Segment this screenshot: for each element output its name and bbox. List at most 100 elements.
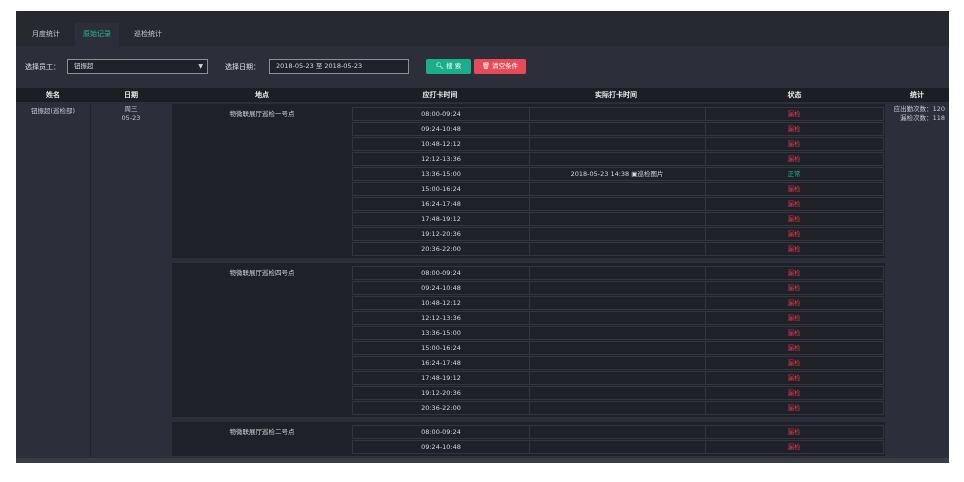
table-row: 15:00-16:24 漏检 (352, 182, 884, 196)
actual-time (529, 372, 706, 384)
table-row: 20:36-22:00 漏检 (352, 242, 884, 256)
schedule-table: 08:00-09:24 漏检 09:24-10:48 漏检 (352, 422, 884, 456)
scheduled-time: 09:24-10:48 (353, 282, 530, 294)
status-badge: 漏检 (787, 389, 801, 397)
status-badge: 漏检 (787, 245, 801, 253)
employee-name: 钮振超(巡检部) (30, 107, 76, 115)
actual-time (529, 153, 706, 165)
scheduled-time: 16:24-17:48 (353, 198, 530, 210)
actual-time (529, 297, 706, 309)
scheduled-time: 19:12-20:36 (353, 228, 530, 240)
table-row: 10:48-12:12 漏检 (352, 137, 884, 151)
table-header: 姓名 日期 地点 应打卡时间 实际打卡时间 状态 统计 (16, 88, 949, 102)
status-badge: 漏检 (787, 284, 801, 292)
actual-time (529, 213, 706, 225)
table-row: 08:00-09:24 漏检 (352, 425, 884, 439)
location-block: 物微联展厅巡检一号点 08:00-09:24 漏检 09:24-10:48 漏检 10:4… (172, 104, 885, 258)
table-row: 16:24-17:48 漏检 (352, 197, 884, 211)
scheduled-time: 12:12-13:36 (353, 312, 530, 324)
status-badge: 漏检 (787, 140, 801, 148)
scheduled-time: 12:12-13:36 (353, 153, 530, 165)
actual-time (529, 342, 706, 354)
status-badge: 漏检 (787, 200, 801, 208)
clear-button-label: 清空条件 (492, 62, 519, 70)
status-badge: 漏检 (787, 269, 801, 277)
actual-time (529, 387, 706, 399)
table-row: 13:36-15:00 2018-05-23 14:38 ▣巡检图片 正常 (352, 167, 884, 181)
status-badge: 漏检 (787, 215, 801, 223)
status-badge: 漏检 (787, 329, 801, 337)
actual-time (529, 441, 706, 453)
scheduled-time: 17:48-19:12 (353, 213, 530, 225)
status-badge: 漏检 (787, 110, 801, 118)
table-row: 12:12-13:36 漏检 (352, 311, 884, 325)
date-range-value: 2018-05-23 至 2018-05-23 (276, 62, 363, 70)
clear-button[interactable]: 🗑︎ 清空条件 (474, 59, 526, 74)
table-row: 09:24-10:48 漏检 (352, 281, 884, 295)
scheduled-time: 15:00-16:24 (353, 183, 530, 195)
actual-time (529, 426, 706, 438)
actual-time (529, 282, 706, 294)
tab-monthly-stats[interactable]: 月度统计 (24, 23, 68, 46)
scheduled-time: 19:12-20:36 (353, 387, 530, 399)
scheduled-time: 17:48-19:12 (353, 372, 530, 384)
missed-count: 漏检次数：118 (900, 114, 945, 122)
header-scheduled-time: 应打卡时间 (422, 91, 458, 99)
trash-icon: 🗑︎ (481, 62, 491, 70)
schedule-table: 08:00-09:24 漏检 09:24-10:48 漏检 10:48-12:12 漏检 1… (352, 104, 884, 258)
tab-raw-records[interactable]: 原始记录 (75, 23, 119, 46)
status-badge: 漏检 (787, 125, 801, 133)
scheduled-time: 09:24-10:48 (353, 123, 530, 135)
search-icon: 🔍︎ (435, 62, 445, 70)
table-row: 12:12-13:36 漏检 (352, 152, 884, 166)
actual-time (529, 402, 706, 414)
actual-time (529, 243, 706, 255)
date-range-input[interactable]: 2018-05-23 至 2018-05-23 (269, 59, 409, 74)
scrollbar[interactable] (16, 458, 949, 463)
expected-count: 应出勤次数：120 (893, 105, 945, 113)
tab-inspection-stats[interactable]: 巡检统计 (126, 23, 170, 46)
header-name: 姓名 (46, 91, 60, 99)
table-row: 10:48-12:12 漏检 (352, 296, 884, 310)
status-badge: 漏检 (787, 299, 801, 307)
scheduled-time: 13:36-15:00 (353, 168, 530, 180)
scheduled-time: 09:24-10:48 (353, 441, 530, 453)
scheduled-time: 08:00-09:24 (353, 267, 530, 279)
column-divider (90, 102, 91, 463)
header-status: 状态 (787, 91, 802, 99)
search-button[interactable]: 🔍︎ 搜 索 (426, 59, 471, 74)
actual-time (529, 123, 706, 135)
date-value: 05-23 (121, 114, 141, 122)
actual-time (529, 312, 706, 324)
actual-time[interactable]: 2018-05-23 14:38 ▣巡检图片 (529, 168, 706, 180)
table-row: 15:00-16:24 漏检 (352, 341, 884, 355)
table-row: 19:12-20:36 漏检 (352, 227, 884, 241)
scheduled-time: 13:36-15:00 (353, 327, 530, 339)
scheduled-time: 08:00-09:24 (353, 108, 530, 120)
status-badge: 漏检 (787, 230, 801, 238)
search-button-label: 搜 索 (446, 62, 462, 70)
table-row: 17:48-19:12 漏检 (352, 212, 884, 226)
scheduled-time: 20:36-22:00 (353, 243, 530, 255)
table-row: 13:36-15:00 漏检 (352, 326, 884, 340)
actual-time (529, 138, 706, 150)
status-badge: 漏检 (787, 185, 801, 193)
schedule-table: 08:00-09:24 漏检 09:24-10:48 漏检 10:48-12:12 漏检 1… (352, 263, 884, 417)
status-badge: 漏检 (787, 359, 801, 367)
actual-time (529, 198, 706, 210)
status-badge: 漏检 (787, 344, 801, 352)
header-date: 日期 (124, 91, 138, 99)
date-label: 选择日期： (225, 63, 260, 71)
table-row: 16:24-17:48 漏检 (352, 356, 884, 370)
status-badge: 漏检 (787, 443, 801, 451)
status-badge: 漏检 (787, 155, 801, 163)
location-name: 物微联展厅巡检二号点 (229, 428, 295, 436)
status-badge: 正常 (787, 170, 801, 178)
employee-select[interactable]: 钮振超 ▼ (67, 59, 208, 74)
table-row: 17:48-19:12 漏检 (352, 371, 884, 385)
status-badge: 漏检 (787, 428, 801, 436)
location-block: 物微联展厅巡检四号点 08:00-09:24 漏检 09:24-10:48 漏检 10:4… (172, 263, 885, 417)
scheduled-time: 10:48-12:12 (353, 297, 530, 309)
employee-label: 选择员工： (25, 63, 60, 71)
header-location: 地点 (255, 91, 269, 99)
